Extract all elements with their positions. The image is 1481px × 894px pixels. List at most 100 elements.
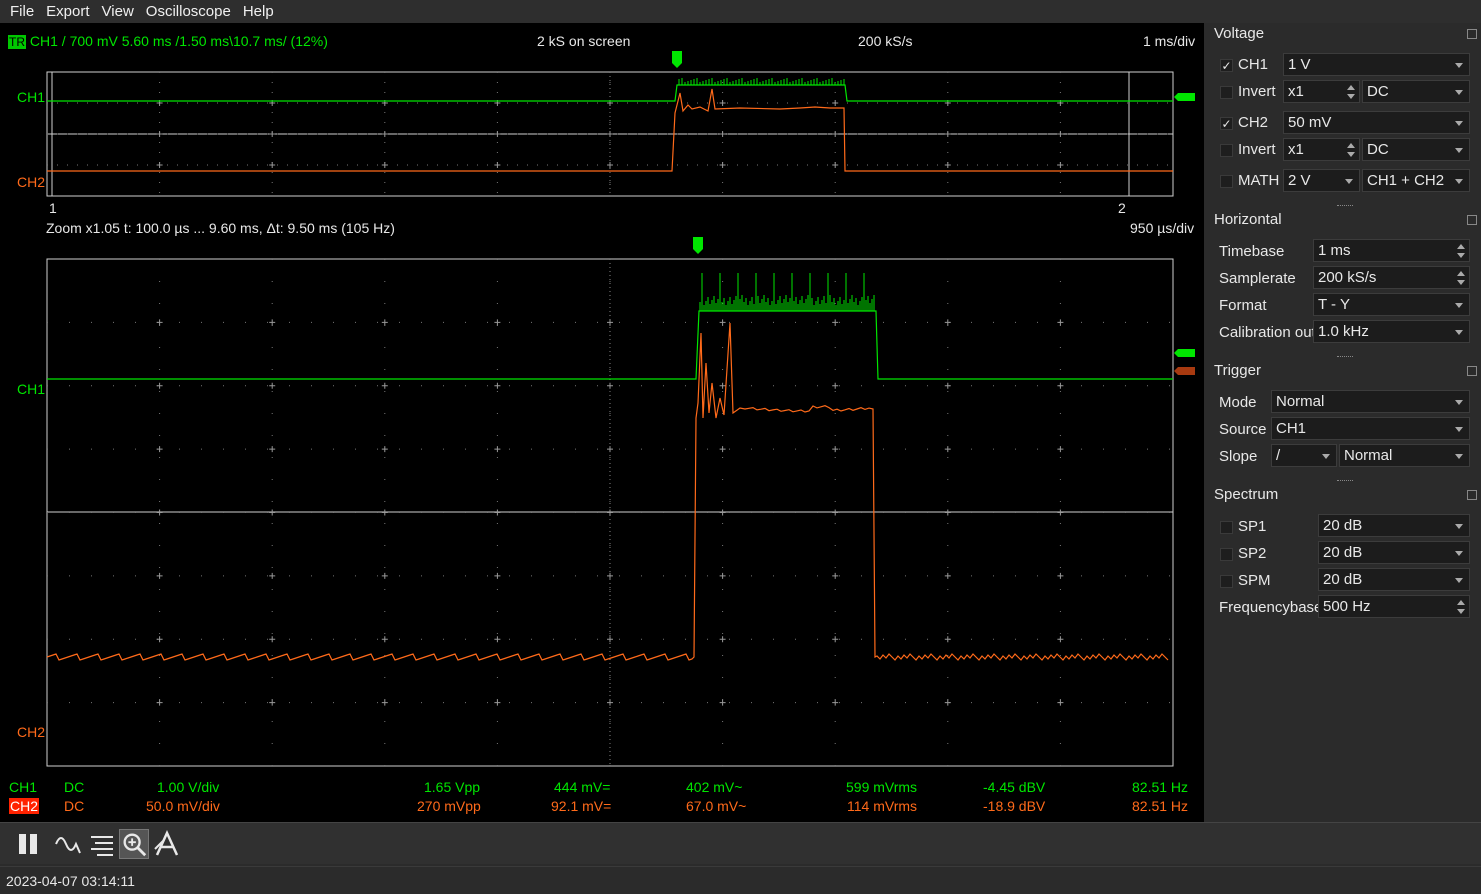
sp2-label: SP2 <box>1238 545 1267 562</box>
spectrum-title: Spectrum <box>1214 486 1279 503</box>
menu-view[interactable]: View <box>96 3 140 20</box>
chevron-down-icon <box>1455 303 1463 308</box>
meas-ch1-freq: 82.51 Hz <box>1132 779 1189 795</box>
format-select[interactable]: T - Y <box>1313 293 1470 316</box>
menu-file[interactable]: File <box>4 3 40 20</box>
meas-ch2-vpp: 270 mVpp <box>417 798 481 814</box>
trigger-slope-mode-select[interactable]: Normal <box>1339 444 1470 467</box>
chevron-down-icon <box>1455 578 1463 583</box>
meas-ch1-vpp: 1.65 Vpp <box>424 779 481 795</box>
meas-ch2-name: CH2 <box>9 798 40 814</box>
undock-icon[interactable] <box>1467 490 1477 500</box>
meas-ch2-dc: 92.1 mV= <box>551 798 612 814</box>
zoom-trigger-marker <box>693 237 703 254</box>
chevron-down-icon <box>1455 90 1463 95</box>
undock-icon[interactable] <box>1467 29 1477 39</box>
menu-export[interactable]: Export <box>40 3 95 20</box>
meas-ch1-rms: 599 mVrms <box>846 779 918 795</box>
meas-ch1-dc: 444 mV= <box>554 779 611 795</box>
meas-ch2-dbv: -18.9 dBV <box>983 798 1046 814</box>
chevron-down-icon <box>1455 121 1463 126</box>
frequencybase-label: Frequencybase <box>1219 599 1323 616</box>
sp1-label: SP1 <box>1238 518 1267 535</box>
overview-ch1-spikes <box>678 78 845 85</box>
spin-down-icon[interactable] <box>1347 94 1355 99</box>
zoom-ch2-trace <box>46 322 1169 661</box>
samplerate-spinbox[interactable]: 200 kS/s <box>1313 266 1470 289</box>
spm-checkbox[interactable] <box>1220 575 1233 588</box>
spin-down-icon[interactable] <box>1457 253 1465 258</box>
menu-oscilloscope[interactable]: Oscilloscope <box>140 3 237 20</box>
ch1-probe-spinbox[interactable]: x1 <box>1283 80 1360 103</box>
splitter-handle[interactable] <box>1337 480 1353 482</box>
spin-up-icon[interactable] <box>1347 85 1355 90</box>
timebase-label: Timebase <box>1219 243 1285 260</box>
meas-ch1-dbv: -4.45 dBV <box>983 779 1046 795</box>
spin-up-icon[interactable] <box>1457 244 1465 249</box>
sp1-checkbox[interactable] <box>1220 521 1233 534</box>
spin-down-icon[interactable] <box>1457 280 1465 285</box>
trigger-source-select[interactable]: CH1 <box>1271 417 1470 440</box>
chevron-down-icon <box>1455 63 1463 68</box>
math-mode-select[interactable]: CH1 + CH2 <box>1362 169 1470 192</box>
ch1-label: CH1 <box>1238 56 1269 73</box>
chevron-down-icon <box>1345 179 1353 184</box>
ch1-checkbox[interactable]: ✓ <box>1220 59 1233 72</box>
trigger-source-label: Source <box>1219 421 1267 438</box>
ch1-invert-label: Invert <box>1238 83 1276 100</box>
ch2-label: CH2 <box>1238 114 1269 131</box>
menu-help[interactable]: Help <box>237 3 280 20</box>
ch2-checkbox[interactable]: ✓ <box>1220 117 1233 130</box>
undock-icon[interactable] <box>1467 215 1477 225</box>
sp2-select[interactable]: 20 dB <box>1318 541 1470 564</box>
math-checkbox[interactable] <box>1220 175 1233 188</box>
spin-up-icon[interactable] <box>1457 271 1465 276</box>
waveform-icon[interactable] <box>53 829 83 859</box>
sp2-checkbox[interactable] <box>1220 548 1233 561</box>
overview-trigger-marker <box>672 51 682 68</box>
splitter-handle[interactable] <box>1337 205 1353 207</box>
meas-ch2-scale: 50.0 mV/div <box>146 798 220 814</box>
cursor-icon[interactable] <box>153 829 183 859</box>
ch1-coupling-select[interactable]: DC <box>1362 80 1470 103</box>
scope-canvas[interactable] <box>0 23 1204 822</box>
frequencybase-spinbox[interactable]: 500 Hz <box>1318 595 1470 618</box>
calibration-select[interactable]: 1.0 kHz <box>1313 320 1470 343</box>
sp1-select[interactable]: 20 dB <box>1318 514 1470 537</box>
zoom-icon[interactable] <box>119 829 149 859</box>
pause-icon[interactable] <box>13 829 43 859</box>
splitter-handle[interactable] <box>1337 356 1353 358</box>
undock-icon[interactable] <box>1467 366 1477 376</box>
status-timestamp: 2023-04-07 03:14:11 <box>6 873 135 889</box>
math-gain-select[interactable]: 2 V <box>1283 169 1360 192</box>
chevron-down-icon <box>1455 524 1463 529</box>
measure-icon[interactable] <box>87 829 117 859</box>
status-bar: 2023-04-07 03:14:11 <box>0 866 1481 894</box>
meas-ch1-coupling: DC <box>64 779 85 795</box>
trigger-mode-select[interactable]: Normal <box>1271 390 1470 413</box>
ch2-probe-spinbox[interactable]: x1 <box>1283 138 1360 161</box>
scope-display[interactable]: TR CH1 / 700 mV 5.60 ms /1.50 ms\10.7 ms… <box>0 23 1204 822</box>
ch2-invert-checkbox[interactable] <box>1220 144 1233 157</box>
chevron-down-icon <box>1455 179 1463 184</box>
ch2-coupling-select[interactable]: DC <box>1362 138 1470 161</box>
timebase-spinbox[interactable]: 1 ms <box>1313 239 1470 262</box>
zoom-ch1-spikes <box>699 273 875 311</box>
chevron-down-icon <box>1455 148 1463 153</box>
spin-up-icon[interactable] <box>1457 600 1465 605</box>
chevron-down-icon <box>1455 400 1463 405</box>
spm-select[interactable]: 20 dB <box>1318 568 1470 591</box>
spin-down-icon[interactable] <box>1347 152 1355 157</box>
ch1-invert-checkbox[interactable] <box>1220 86 1233 99</box>
ch2-gain-select[interactable]: 50 mV <box>1283 111 1470 134</box>
ch1-gain-select[interactable]: 1 V <box>1283 53 1470 76</box>
trigger-slope-select[interactable]: / <box>1271 444 1337 467</box>
spin-up-icon[interactable] <box>1347 143 1355 148</box>
spin-down-icon[interactable] <box>1457 609 1465 614</box>
meas-ch2-ac: 67.0 mV~ <box>686 798 747 814</box>
overview-ch1-level-marker <box>1174 93 1195 101</box>
chevron-down-icon <box>1455 330 1463 335</box>
trigger-title: Trigger <box>1214 362 1261 379</box>
voltage-title: Voltage <box>1214 25 1265 42</box>
spm-label: SPM <box>1238 572 1271 589</box>
